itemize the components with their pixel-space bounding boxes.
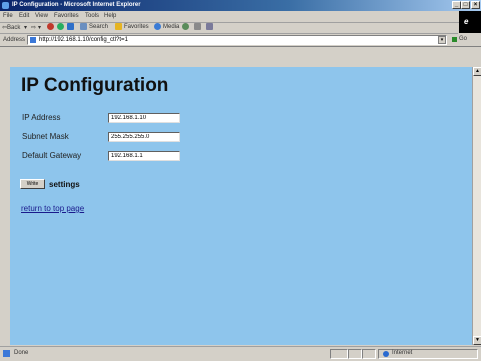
history-icon[interactable] [182,23,189,30]
menu-view[interactable]: View [35,13,48,19]
stop-icon[interactable] [47,23,54,30]
security-zone: Internet [392,350,413,356]
scroll-up-button[interactable]: ▲ [473,67,481,76]
print-icon[interactable] [206,23,213,30]
go-arrow-icon[interactable] [452,37,457,42]
minimize-button[interactable]: _ [452,1,461,9]
address-label: Address [3,37,26,43]
status-bar: Done Internet [0,346,481,361]
default-gateway-field[interactable] [108,151,180,161]
window-title: IP Configuration - Microsoft Internet Ex… [12,2,141,8]
menu-favorites[interactable]: Favorites [54,13,79,19]
favorites-button[interactable]: Favorites [124,24,149,30]
subnet-mask-field[interactable] [108,132,180,142]
menu-help[interactable]: Help [104,13,116,19]
address-input[interactable]: http://192.168.1.10/config_ctl?t=1 [27,35,447,45]
menu-file[interactable]: File [3,13,13,19]
maximize-button[interactable]: □ [461,1,470,9]
media-icon[interactable] [154,23,161,30]
status-segment [362,349,376,359]
back-button[interactable]: ⇦Back [2,24,20,31]
mail-icon[interactable] [194,23,201,30]
toolbar: ⇦Back ▾ ⇨ ▾ Search Favorites Media [0,22,458,34]
favorites-icon[interactable] [115,23,122,30]
search-button[interactable]: Search [89,24,108,30]
close-button[interactable]: × [471,1,480,9]
windows-logo-icon: e [464,17,469,26]
ie-logo-icon [2,2,9,9]
address-dropdown[interactable]: ▾ [438,36,446,44]
settings-label: settings [49,180,80,189]
status-segment [330,349,348,359]
globe-icon [383,351,389,357]
status-segment [348,349,362,359]
subnet-mask-label: Subnet Mask [22,132,69,141]
refresh-icon[interactable] [57,23,64,30]
go-button[interactable]: Go [459,36,467,42]
return-to-top-link[interactable]: return to top page [21,204,84,213]
browser-window: IP Configuration - Microsoft Internet Ex… [0,0,481,360]
forward-dropdown[interactable]: ▾ [38,24,41,31]
write-button[interactable]: Write [20,179,45,189]
ip-address-field[interactable] [108,113,180,123]
scroll-down-button[interactable]: ▼ [473,336,481,345]
page-icon [30,37,36,43]
address-bar: Address http://192.168.1.10/config_ctl?t… [0,34,481,47]
page-title: IP Configuration [21,75,169,96]
throbber: e [459,11,481,33]
title-bar[interactable]: IP Configuration - Microsoft Internet Ex… [0,0,481,11]
menu-edit[interactable]: Edit [19,13,29,19]
search-icon[interactable] [80,23,87,30]
media-button[interactable]: Media [163,24,179,30]
default-gateway-label: Default Gateway [22,151,82,160]
back-dropdown[interactable]: ▾ [24,24,27,31]
forward-button[interactable]: ⇨ [31,24,36,31]
menu-tools[interactable]: Tools [85,13,99,19]
home-icon[interactable] [67,23,74,30]
status-text: Done [14,350,29,356]
address-url: http://192.168.1.10/config_ctl?t=1 [39,37,128,43]
vertical-scrollbar[interactable]: ▲ ▼ [472,67,481,345]
ip-address-label: IP Address [22,113,61,122]
status-page-icon [3,350,10,357]
